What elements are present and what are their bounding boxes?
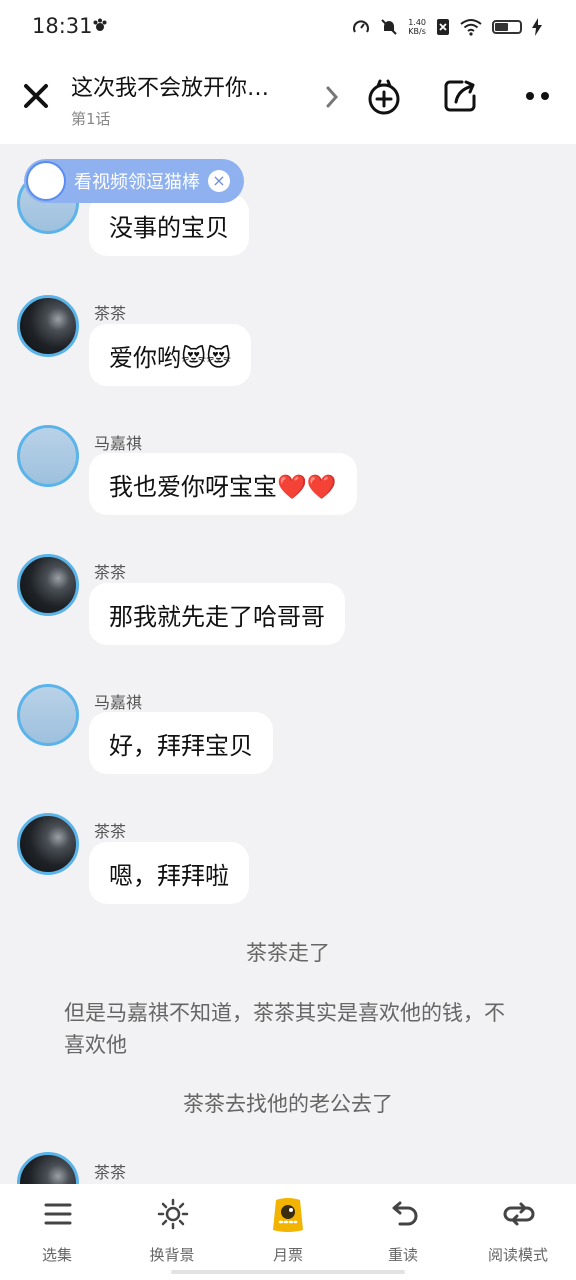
- promo-text[interactable]: 看视频领逗猫棒: [74, 168, 200, 194]
- chat-area[interactable]: 没事的宝贝 看视频领逗猫棒 × 茶茶 爱你哟😻😻 马嘉祺 我也爱你呀宝宝❤️❤️…: [0, 144, 576, 1184]
- paw-icon: [93, 18, 107, 31]
- wifi-icon: [460, 19, 482, 36]
- sun-icon: [157, 1198, 189, 1230]
- tab-reading-mode[interactable]: 阅读模式: [470, 1198, 566, 1268]
- share-icon[interactable]: [440, 76, 480, 116]
- message-bubble: 我也爱你呀宝宝❤️❤️: [89, 453, 357, 515]
- chevron-right-icon[interactable]: [320, 82, 344, 112]
- add-to-shelf-icon[interactable]: [364, 76, 404, 116]
- tab-label: 阅读模式: [487, 1246, 548, 1264]
- ticket-icon: [273, 1198, 303, 1232]
- sender-name: 茶茶: [94, 563, 127, 582]
- sim-off-icon: [437, 19, 449, 35]
- reader-header: 这次我不会放开你… 第1话: [0, 56, 576, 144]
- message-bubble: 爱你哟😻😻: [89, 324, 252, 386]
- bell-muted-icon: [381, 19, 397, 35]
- status-bar: 18:31 1.40 KB/s: [0, 0, 576, 56]
- tab-label: 选集: [41, 1246, 72, 1264]
- avatar[interactable]: [17, 554, 79, 616]
- tab-monthly-ticket[interactable]: 月票: [240, 1198, 336, 1268]
- close-icon[interactable]: [20, 80, 52, 112]
- battery-icon: [492, 20, 522, 34]
- avatar[interactable]: [17, 295, 79, 357]
- promo-close-icon[interactable]: ×: [208, 170, 230, 192]
- avatar[interactable]: [17, 684, 79, 746]
- tab-background[interactable]: 换背景: [124, 1198, 220, 1268]
- narration-text: 茶茶去找他的老公去了: [183, 1092, 393, 1116]
- bottom-toolbar: 选集 换背景 月票 重读 阅读模式: [0, 1184, 576, 1280]
- sender-name: 马嘉祺: [94, 693, 143, 712]
- message-bubble: 没事的宝贝: [89, 194, 249, 256]
- tab-reread[interactable]: 重读: [355, 1198, 451, 1268]
- cat-paw-icon: [26, 161, 66, 201]
- speed-unit: KB/s: [408, 27, 426, 36]
- message-bubble: 那我就先走了哈哥哥: [89, 583, 345, 645]
- tab-label: 重读: [387, 1246, 418, 1264]
- promo-banner[interactable]: 看视频领逗猫棒 ×: [24, 159, 244, 203]
- sender-name: 茶茶: [94, 1163, 127, 1182]
- status-icons: 1.40 KB/s: [352, 16, 542, 38]
- network-speed: 1.40 KB/s: [408, 18, 426, 36]
- avatar[interactable]: [17, 813, 79, 875]
- message-bubble: 嗯，拜拜啦: [89, 842, 249, 904]
- status-time: 18:31: [32, 14, 93, 38]
- charging-icon: [532, 18, 542, 36]
- tab-label: 换背景: [149, 1246, 195, 1264]
- undo-icon: [392, 1201, 418, 1226]
- list-icon: [44, 1203, 72, 1225]
- narration-text: 茶茶走了: [246, 941, 330, 965]
- avatar[interactable]: [17, 425, 79, 487]
- sender-name: 马嘉祺: [94, 434, 143, 453]
- tab-chapters[interactable]: 选集: [9, 1198, 105, 1268]
- battery-level: [495, 23, 508, 31]
- narration-text: 但是马嘉祺不知道，茶茶其实是喜欢他的钱，不喜欢他: [64, 1001, 505, 1057]
- loop-icon: [503, 1202, 535, 1226]
- more-icon[interactable]: [518, 76, 558, 116]
- story-title[interactable]: 这次我不会放开你…: [71, 70, 311, 102]
- sender-name: 茶茶: [94, 304, 127, 323]
- chapter-label: 第1话: [71, 110, 111, 128]
- sender-name: 茶茶: [94, 822, 127, 841]
- tab-label: 月票: [272, 1246, 303, 1264]
- speedometer-icon: [353, 20, 370, 33]
- avatar[interactable]: [17, 1152, 79, 1184]
- message-bubble: 好，拜拜宝贝: [89, 712, 273, 774]
- home-indicator[interactable]: [171, 1270, 405, 1274]
- speed-value: 1.40: [408, 18, 426, 27]
